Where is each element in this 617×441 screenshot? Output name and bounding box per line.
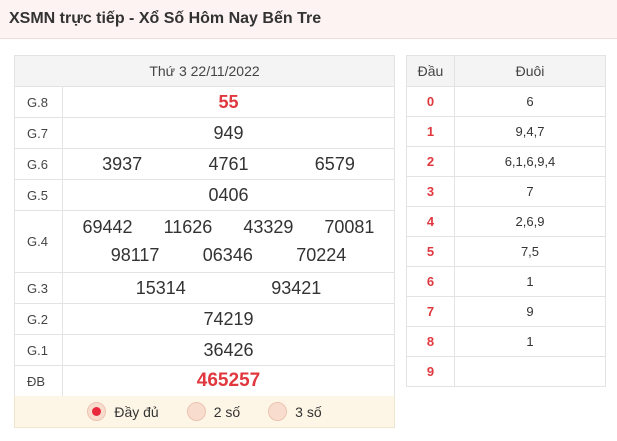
prize-row-g6: G.6 3937 4761 6579 [14, 148, 395, 180]
prize-label: G.7 [14, 117, 63, 149]
loto-head: 9 [406, 356, 455, 387]
prize-row-g3: G.3 15314 93421 [14, 272, 395, 304]
prize-number: 949 [213, 122, 244, 143]
prize-number: 0406 [208, 184, 249, 205]
prize-label: G.2 [14, 303, 63, 335]
prize-label: G.3 [14, 272, 63, 304]
loto-head: 5 [406, 236, 455, 267]
loto-head: 0 [406, 86, 455, 117]
prize-row-g2: G.2 74219 [14, 303, 395, 335]
loto-head: 8 [406, 326, 455, 357]
prize-row-g1: G.1 36426 [14, 334, 395, 366]
option-label: 2 số [213, 403, 241, 420]
prize-number: 11626 [163, 217, 213, 237]
loto-row: 1 9,4,7 [406, 116, 606, 147]
head-column-header: Đầu [406, 55, 455, 87]
option-2-digits[interactable]: 2 số [186, 402, 241, 421]
loto-tail: 6,1,6,9,4 [454, 146, 606, 177]
option-label: 3 số [295, 403, 322, 420]
prize-label: G.8 [14, 86, 63, 118]
draw-date: Thứ 3 22/11/2022 [14, 55, 395, 87]
prize-row-special: ĐB 465257 [14, 365, 395, 397]
loto-row: 79 [406, 296, 606, 327]
prize-row-g5: G.5 0406 [14, 179, 395, 211]
prize-number: 15314 [135, 277, 186, 298]
loto-row: 06 [406, 86, 606, 117]
loto-tail: 7 [454, 176, 606, 207]
prize-label: G.1 [14, 334, 63, 366]
prize-number: 74219 [203, 308, 254, 329]
page-header: XSMN trực tiếp - Xổ Số Hôm Nay Bến Tre [0, 0, 617, 39]
loto-tail: 9,4,7 [454, 116, 606, 147]
tail-column-header: Đuôi [454, 55, 606, 87]
loto-row: 4 2,6,9 [406, 206, 606, 237]
prize-label: G.5 [14, 179, 63, 211]
digit-display-options: Đầy đủ 2 số 3 số [14, 396, 395, 428]
loto-row: 9 [406, 356, 606, 387]
loto-head: 1 [406, 116, 455, 147]
loto-row: 37 [406, 176, 606, 207]
loto-tail: 7,5 [454, 236, 606, 267]
radio-checked-icon[interactable] [87, 402, 107, 421]
loto-row: 2 6,1,6,9,4 [406, 146, 606, 177]
option-label: Đầy đủ [114, 403, 159, 420]
loto-head: 3 [406, 176, 455, 207]
prize-number: 69442 [82, 217, 133, 237]
loto-head: 4 [406, 206, 455, 237]
prize-number: 36426 [203, 339, 254, 360]
prize-number: 93421 [271, 277, 322, 298]
prize-number: 98117 [110, 245, 160, 265]
radio-unchecked-icon[interactable] [186, 402, 206, 421]
prize-row-g7: G.7 949 [14, 117, 395, 149]
prize-label: ĐB [14, 365, 63, 397]
loto-tail: 9 [454, 296, 606, 327]
prize-number: 70081 [324, 217, 375, 237]
loto-tail [454, 356, 606, 387]
loto-tail: 1 [454, 326, 606, 357]
loto-tail: 1 [454, 266, 606, 297]
prize-number: 55 [218, 91, 239, 112]
prize-number: 3937 [102, 153, 143, 174]
special-prize-number: 465257 [196, 370, 261, 391]
prize-label: G.6 [14, 148, 63, 180]
loto-head: 7 [406, 296, 455, 327]
loto-row: 81 [406, 326, 606, 357]
page-title: XSMN trực tiếp - Xổ Số Hôm Nay Bến Tre [9, 10, 322, 27]
prize-number: 43329 [243, 217, 294, 237]
option-full[interactable]: Đầy đủ [87, 402, 159, 421]
results-table: Thứ 3 22/11/2022 G.8 55 G.7 949 G.6 3937… [14, 55, 395, 397]
loto-row: 5 7,5 [406, 236, 606, 267]
radio-unchecked-icon[interactable] [268, 402, 288, 421]
loto-head: 2 [406, 146, 455, 177]
prize-row-g8: G.8 55 [14, 86, 395, 118]
prize-row-g4: G.4 69442 11626 43329 70081 98117 06346 … [14, 210, 395, 273]
prize-number: 70224 [296, 245, 347, 265]
loto-head: 6 [406, 266, 455, 297]
prize-number: 6579 [314, 153, 355, 174]
loto-tail: 6 [454, 86, 606, 117]
prize-label: G.4 [14, 210, 63, 273]
prize-number: 4761 [208, 153, 249, 174]
loto-tail: 2,6,9 [454, 206, 606, 237]
option-3-digits[interactable]: 3 số [268, 402, 322, 421]
prize-number: 06346 [202, 245, 253, 265]
loto-row: 61 [406, 266, 606, 297]
loto-table: Đầu Đuôi 06 1 9,4,7 2 6,1,6,9,4 37 4 2,6,9 … [406, 55, 606, 387]
